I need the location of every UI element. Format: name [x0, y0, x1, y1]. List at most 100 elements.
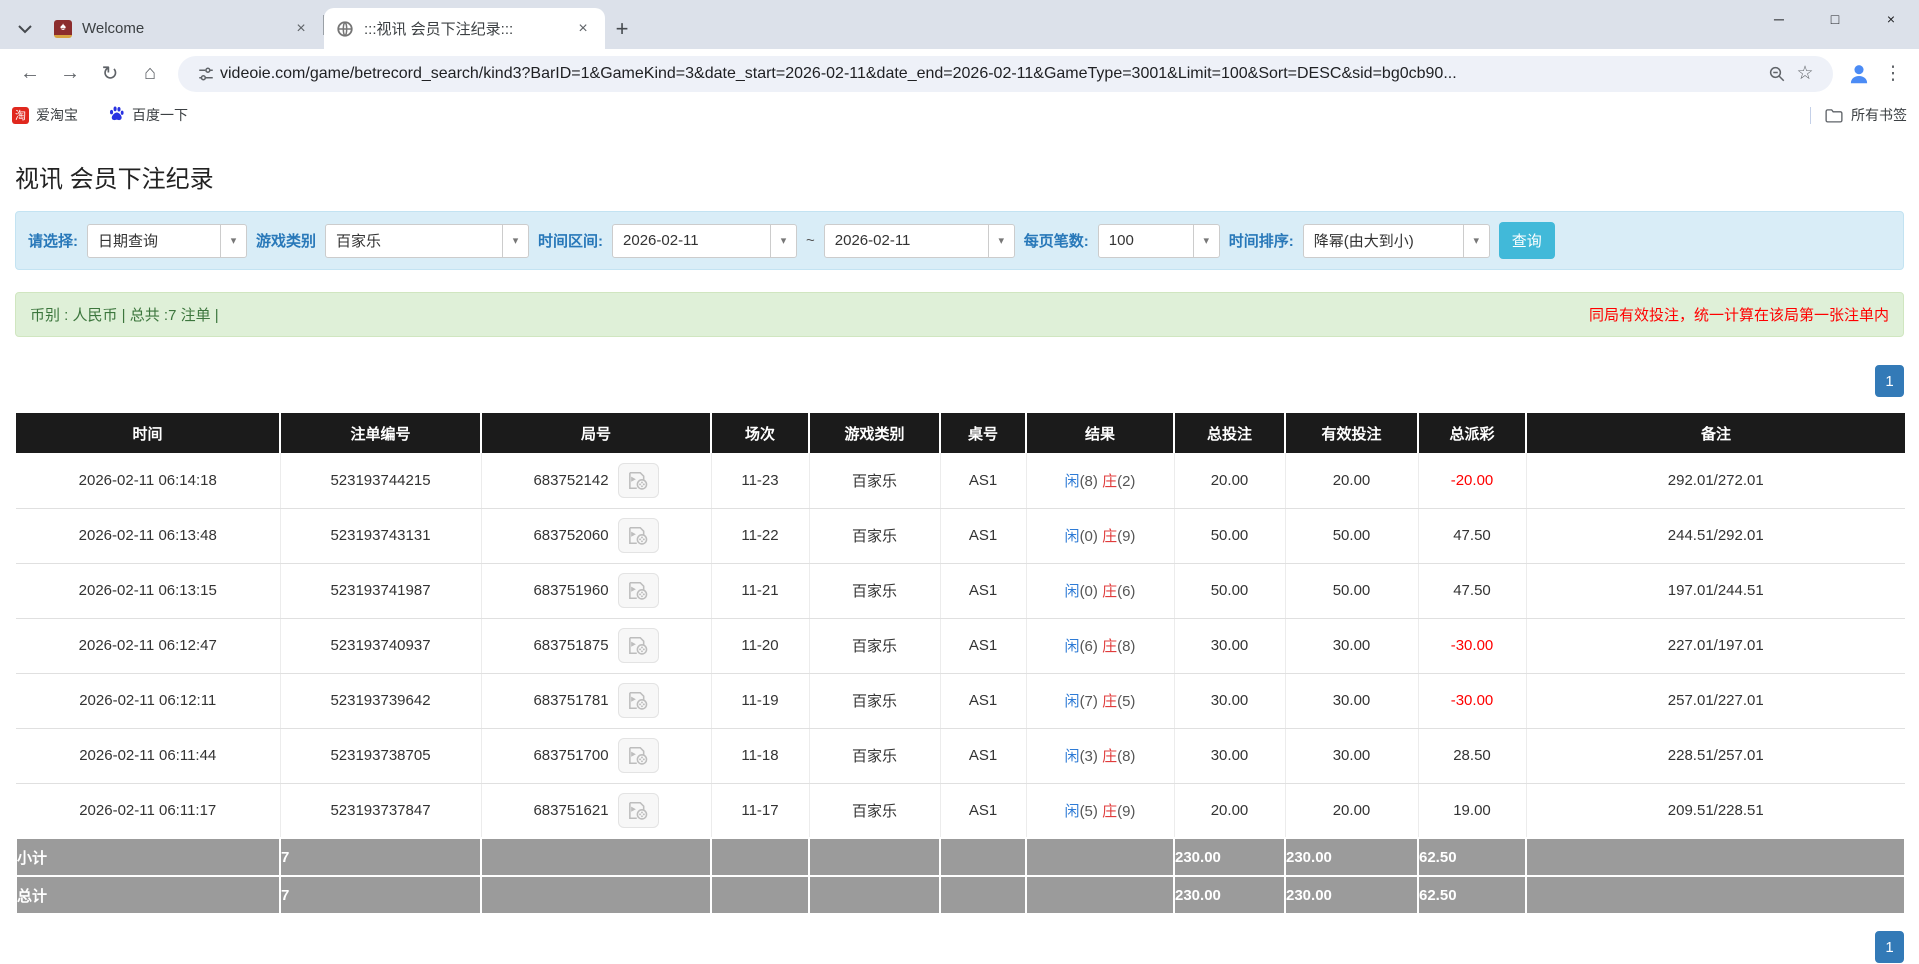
- back-button[interactable]: ←: [10, 54, 50, 94]
- tab-betrecord[interactable]: :::视讯 会员下注纪录::: ×: [324, 8, 605, 49]
- date-end-select[interactable]: 2026-02-11 ▾: [823, 223, 1015, 258]
- cell-session: 11-23: [711, 453, 810, 509]
- window-minimize-button[interactable]: ─: [1751, 0, 1807, 38]
- poker-favicon-icon: ♠: [54, 19, 72, 38]
- cell-table-no: AS1: [940, 783, 1027, 839]
- date-range-tilde: ~: [806, 232, 815, 249]
- video-replay-button[interactable]: [617, 792, 659, 828]
- cell-total-bet: 20.00: [1174, 453, 1286, 509]
- all-bookmarks-button[interactable]: 所有书签: [1825, 105, 1907, 125]
- total-payout: 62.50: [1417, 875, 1527, 915]
- bookmark-baidu[interactable]: 百度一下: [108, 105, 188, 125]
- game-kind-select[interactable]: 百家乐 ▾: [325, 223, 530, 258]
- cell-table-no: AS1: [940, 508, 1027, 564]
- page-1-button[interactable]: 1: [1875, 931, 1904, 963]
- player-score: (6): [1079, 638, 1098, 655]
- subtotal-label: 小计: [15, 837, 281, 877]
- per-page-select[interactable]: 100 ▾: [1097, 223, 1220, 258]
- cell-round-id: 683752060: [481, 508, 712, 564]
- tab-close-icon[interactable]: ×: [573, 19, 593, 39]
- video-replay-button[interactable]: [617, 518, 659, 553]
- forward-button[interactable]: →: [50, 54, 90, 94]
- round-id-text: 683751781: [533, 692, 609, 709]
- bookmark-taobao[interactable]: 淘 爱淘宝: [12, 105, 78, 125]
- round-id-text: 683751700: [533, 747, 609, 764]
- col-game-kind: 游戏类别: [809, 413, 941, 453]
- profile-avatar[interactable]: [1841, 56, 1877, 92]
- address-bar[interactable]: videoie.com/game/betrecord_search/kind3?…: [178, 55, 1833, 92]
- cell-round-id: 683751781: [481, 673, 712, 729]
- currency-total-text: 币别 : 人民币 | 总共 :7 注单 |: [30, 307, 219, 324]
- window-close-button[interactable]: ×: [1863, 0, 1919, 38]
- cell-game-kind: 百家乐: [809, 618, 941, 674]
- cell-valid-bet: 20.00: [1285, 783, 1419, 839]
- cell-session: 11-18: [711, 728, 810, 784]
- cell-table-no: AS1: [940, 618, 1027, 674]
- player-label: 闲: [1064, 693, 1080, 710]
- chevron-down-icon: ▾: [502, 224, 528, 257]
- table-row: 2026-02-11 06:11:44 523193738705 6837517…: [16, 728, 1905, 784]
- table-row: 2026-02-11 06:12:47 523193740937 6837518…: [16, 618, 1905, 674]
- query-mode-select[interactable]: 日期查询 ▾: [87, 223, 247, 258]
- banker-score: (6): [1117, 583, 1136, 600]
- cell-bet-id: 523193744215: [280, 453, 482, 509]
- reload-button[interactable]: ↻: [90, 54, 130, 94]
- table-row: 2026-02-11 06:11:17 523193737847 6837516…: [16, 783, 1905, 839]
- zoom-out-icon[interactable]: [1763, 60, 1791, 88]
- cell-valid-bet: 20.00: [1285, 453, 1419, 509]
- col-payout: 总派彩: [1418, 413, 1527, 453]
- player-score: (7): [1079, 693, 1098, 710]
- bookmark-label: 百度一下: [132, 107, 188, 123]
- page-1-button[interactable]: 1: [1875, 365, 1904, 397]
- tab-welcome[interactable]: ♠ Welcome ×: [42, 8, 323, 49]
- banker-score: (2): [1117, 472, 1136, 490]
- video-replay-button[interactable]: [617, 462, 659, 498]
- video-replay-icon: [628, 801, 647, 820]
- round-id-text: 683751875: [533, 637, 609, 654]
- date-start-select[interactable]: 2026-02-11 ▾: [612, 223, 798, 258]
- video-replay-button[interactable]: [617, 628, 659, 663]
- video-replay-button[interactable]: [617, 683, 659, 718]
- home-button[interactable]: ⌂: [130, 54, 170, 94]
- url-text[interactable]: videoie.com/game/betrecord_search/kind3?…: [220, 65, 1763, 83]
- cell-total-bet: 30.00: [1174, 673, 1286, 729]
- player-label: 闲: [1064, 472, 1080, 490]
- player-label: 闲: [1064, 748, 1080, 765]
- video-replay-button[interactable]: [617, 573, 659, 608]
- tab-close-icon[interactable]: ×: [291, 19, 311, 39]
- subtotal-valid-bet: 230.00: [1284, 837, 1419, 877]
- chevron-down-icon: ▾: [770, 224, 796, 257]
- player-label: 闲: [1064, 638, 1080, 655]
- banker-label: 庄: [1102, 693, 1118, 710]
- player-label: 闲: [1064, 802, 1080, 820]
- cell-total-bet: 20.00: [1174, 783, 1286, 839]
- cell-valid-bet: 30.00: [1285, 618, 1419, 674]
- round-id-text: 683752060: [533, 527, 609, 544]
- total-valid-bet: 230.00: [1284, 875, 1419, 915]
- new-tab-button[interactable]: +: [605, 12, 639, 46]
- cell-table-no: AS1: [940, 563, 1027, 619]
- cell-result: 闲(0) 庄(9): [1026, 508, 1175, 564]
- cell-session: 11-19: [711, 673, 810, 729]
- sort-select[interactable]: 降幂(由大到小) ▾: [1302, 223, 1490, 258]
- baidu-paw-icon: [108, 105, 125, 125]
- cell-bet-id: 523193741987: [280, 563, 482, 619]
- cell-result: 闲(7) 庄(5): [1026, 673, 1175, 729]
- browser-menu-button[interactable]: ⋮: [1877, 56, 1909, 92]
- chevron-down-icon: ▾: [1192, 224, 1219, 257]
- cell-total-bet: 30.00: [1174, 728, 1286, 784]
- cell-time: 2026-02-11 06:11:17: [16, 783, 281, 839]
- window-maximize-button[interactable]: □: [1807, 0, 1863, 38]
- cell-game-kind: 百家乐: [809, 508, 941, 564]
- tab-search-button[interactable]: [8, 9, 42, 49]
- video-replay-icon: [628, 471, 647, 490]
- cell-payout: -20.00: [1418, 453, 1527, 509]
- cell-session: 11-22: [711, 508, 810, 564]
- cell-result: 闲(3) 庄(8): [1026, 728, 1175, 784]
- bookmark-star-icon[interactable]: ☆: [1791, 60, 1819, 88]
- search-button[interactable]: 查询: [1498, 222, 1555, 259]
- table-row: 2026-02-11 06:13:15 523193741987 6837519…: [16, 563, 1905, 619]
- video-replay-button[interactable]: [617, 738, 659, 773]
- site-settings-icon[interactable]: [192, 60, 220, 88]
- filter-panel: 请选择: 日期查询 ▾ 游戏类别 百家乐 ▾ 时间区间: 2026-02-11 …: [15, 211, 1904, 270]
